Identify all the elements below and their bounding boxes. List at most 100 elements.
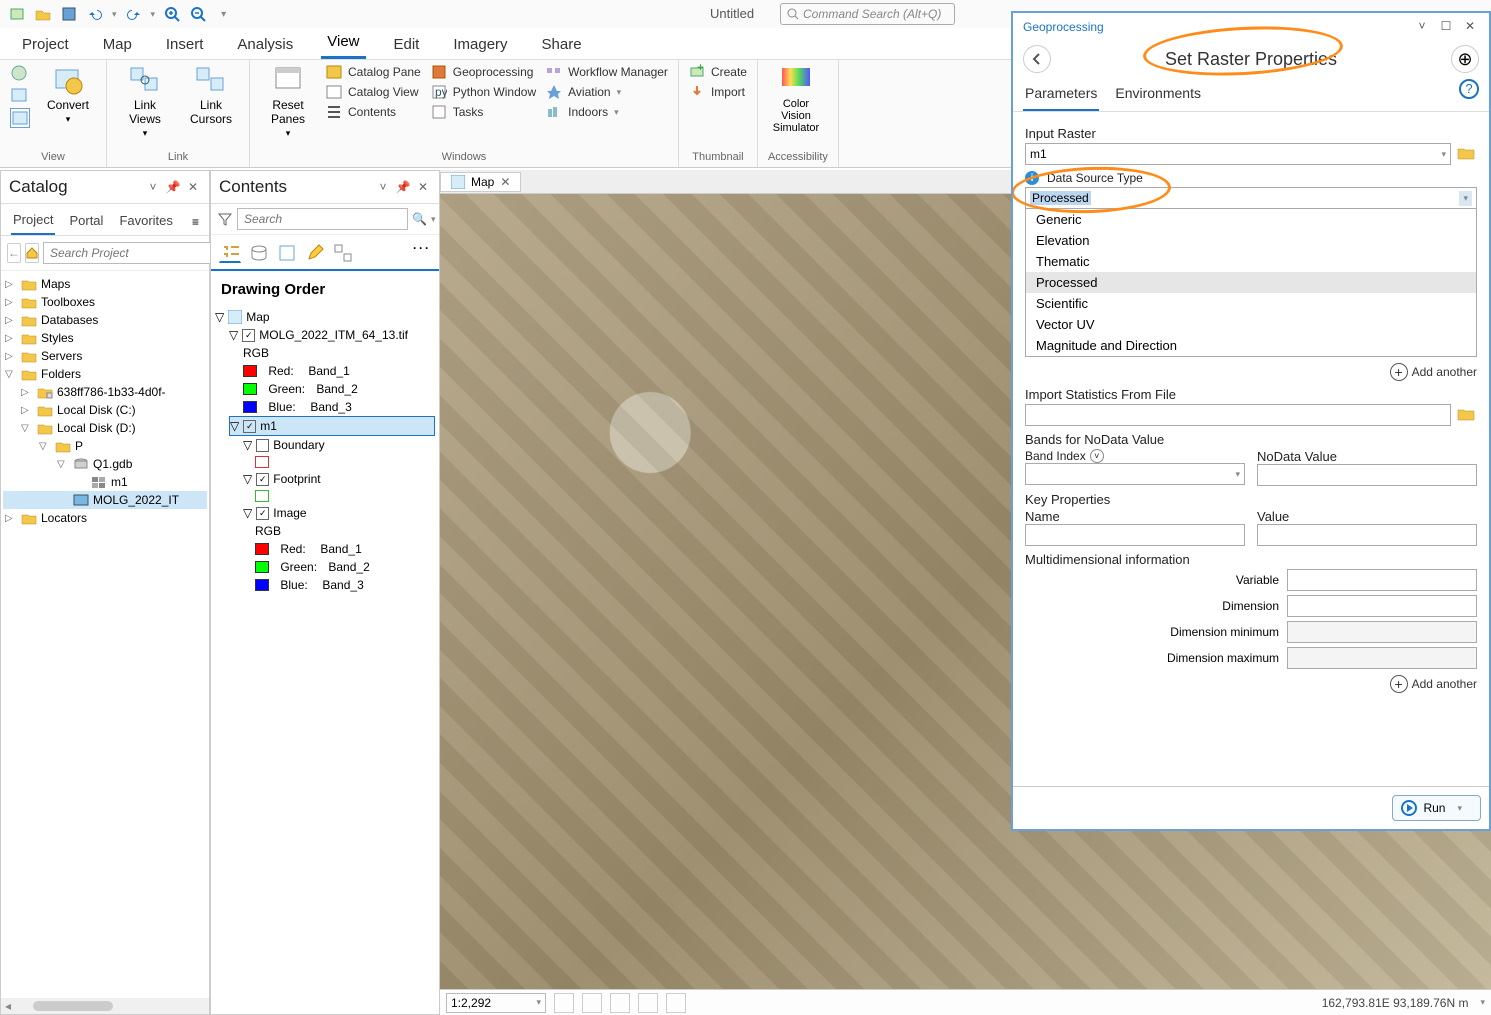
workflow-manager-button[interactable]: Workflow Manager xyxy=(546,64,668,80)
search-dropdown-icon[interactable]: ▾ xyxy=(431,214,436,225)
back-button[interactable] xyxy=(1023,45,1051,73)
key-name-field[interactable] xyxy=(1025,524,1245,546)
tree-item-q1-gdb[interactable]: ▽Q1.gdb xyxy=(3,455,207,473)
save-icon[interactable] xyxy=(60,5,78,23)
tasks-button[interactable]: Tasks xyxy=(431,104,536,120)
list-by-drawing-order-icon[interactable] xyxy=(219,241,241,263)
more-icon[interactable]: ··· xyxy=(413,241,431,263)
dst-option-processed[interactable]: Processed xyxy=(1026,272,1476,293)
tree-item-styles[interactable]: ▷Styles xyxy=(3,329,207,347)
contents-button[interactable]: Contents xyxy=(326,104,421,120)
info-icon[interactable]: i xyxy=(1025,171,1039,185)
dst-option-vector-uv[interactable]: Vector UV xyxy=(1026,314,1476,335)
catalog-tab-favorites[interactable]: Favorites xyxy=(117,209,174,234)
map-icon[interactable] xyxy=(10,86,30,104)
zoom-in-icon[interactable] xyxy=(163,5,181,23)
map-tab[interactable]: Map ✕ xyxy=(440,172,521,192)
open-project-icon[interactable] xyxy=(34,5,52,23)
variable-field[interactable] xyxy=(1287,569,1477,591)
catalog-pane-button[interactable]: Catalog Pane xyxy=(326,64,421,80)
coords-dropdown-icon[interactable]: ▾ xyxy=(1480,997,1485,1008)
pin-icon[interactable]: 📌 xyxy=(165,180,181,194)
contents-options-icon[interactable]: ˅ xyxy=(375,180,391,194)
close-icon[interactable]: ✕ xyxy=(1461,19,1479,35)
globe-icon[interactable] xyxy=(10,64,30,82)
add-another-raster[interactable]: +Add another xyxy=(1025,363,1477,381)
create-thumbnail-button[interactable]: +Create xyxy=(689,64,747,80)
filter-icon[interactable] xyxy=(217,211,233,227)
tree-item-maps[interactable]: ▷Maps xyxy=(3,275,207,293)
qat-customize-icon[interactable]: ▾ xyxy=(221,9,226,20)
band-index-field[interactable]: ▾ xyxy=(1025,463,1245,485)
convert-button[interactable]: Convert▾ xyxy=(40,64,96,125)
geoprocessing-button[interactable]: Geoprocessing xyxy=(431,64,536,80)
toc-boundary[interactable]: ▽Boundary xyxy=(243,436,435,454)
checkbox-icon[interactable]: ✓ xyxy=(256,473,269,486)
status-table-icon[interactable] xyxy=(582,993,602,1013)
toc-molg-tif[interactable]: ▽✓MOLG_2022_ITM_64_13.tif xyxy=(229,326,435,344)
tab-share[interactable]: Share xyxy=(536,30,588,59)
dst-option-scientific[interactable]: Scientific xyxy=(1026,293,1476,314)
status-grid-icon[interactable] xyxy=(638,993,658,1013)
dim-max-field[interactable] xyxy=(1287,647,1477,669)
tree-item-c-drive[interactable]: ▷Local Disk (C:) xyxy=(3,401,207,419)
aviation-button[interactable]: Aviation ▾ xyxy=(546,84,668,100)
list-by-source-icon[interactable] xyxy=(247,241,269,263)
key-value-field[interactable] xyxy=(1257,524,1477,546)
list-by-editing-icon[interactable] xyxy=(303,241,325,263)
redo-icon[interactable] xyxy=(125,5,143,23)
status-north-icon[interactable] xyxy=(666,993,686,1013)
options-icon[interactable]: ˅ xyxy=(1413,19,1431,35)
home-icon[interactable] xyxy=(25,243,39,263)
status-snap-icon[interactable] xyxy=(610,993,630,1013)
contents-search-input[interactable] xyxy=(237,208,408,230)
toc-m1[interactable]: ▽✓m1 xyxy=(229,416,435,436)
chevron-down-icon[interactable]: ˅ xyxy=(1090,449,1104,463)
undo-icon[interactable] xyxy=(86,5,104,23)
link-cursors-button[interactable]: Link Cursors xyxy=(183,64,239,126)
tab-imagery[interactable]: Imagery xyxy=(447,30,513,59)
tree-item-molg[interactable]: MOLG_2022_IT xyxy=(3,491,207,509)
dst-option-generic[interactable]: Generic xyxy=(1026,209,1476,230)
command-search[interactable]: Command Search (Alt+Q) xyxy=(780,3,955,25)
add-favorite-button[interactable]: ⊕ xyxy=(1451,45,1479,73)
import-thumbnail-button[interactable]: Import xyxy=(689,84,747,100)
run-button[interactable]: Run▾ xyxy=(1392,795,1481,821)
list-by-snapping-icon[interactable] xyxy=(331,241,353,263)
tree-item-m1[interactable]: m1 xyxy=(3,473,207,491)
catalog-tab-portal[interactable]: Portal xyxy=(67,209,105,234)
tab-view[interactable]: View xyxy=(321,27,365,59)
tree-item-toolboxes[interactable]: ▷Toolboxes xyxy=(3,293,207,311)
horizontal-scrollbar[interactable]: ◂ xyxy=(1,998,209,1014)
reset-panes-button[interactable]: Reset Panes▾ xyxy=(260,64,316,139)
tree-item-databases[interactable]: ▷Databases xyxy=(3,311,207,329)
environments-tab[interactable]: Environments xyxy=(1113,79,1203,111)
nodata-value-field[interactable] xyxy=(1257,464,1477,486)
toc-footprint[interactable]: ▽✓Footprint xyxy=(243,470,435,488)
browse-icon[interactable] xyxy=(1457,406,1477,424)
tab-edit[interactable]: Edit xyxy=(388,30,426,59)
color-vision-simulator-button[interactable]: Color Vision Simulator xyxy=(768,64,824,134)
new-project-icon[interactable] xyxy=(8,5,26,23)
tree-item-folders[interactable]: ▽Folders xyxy=(3,365,207,383)
toc-map[interactable]: ▽Map xyxy=(215,308,435,326)
scale-input[interactable]: 1:2,292▾ xyxy=(446,993,546,1013)
pin-icon[interactable]: 📌 xyxy=(395,180,411,194)
link-views-button[interactable]: Link Views▾ xyxy=(117,64,173,139)
checkbox-icon[interactable] xyxy=(256,439,269,452)
dim-min-field[interactable] xyxy=(1287,621,1477,643)
status-selection-icon[interactable] xyxy=(554,993,574,1013)
tree-item-servers[interactable]: ▷Servers xyxy=(3,347,207,365)
catalog-view-button[interactable]: Catalog View xyxy=(326,84,421,100)
tree-item-locators[interactable]: ▷Locators xyxy=(3,509,207,527)
search-icon[interactable]: 🔍 xyxy=(412,212,427,226)
input-raster-field[interactable]: m1▾ xyxy=(1025,143,1451,165)
dst-option-thematic[interactable]: Thematic xyxy=(1026,251,1476,272)
undo-dropdown-icon[interactable]: ▾ xyxy=(112,9,117,20)
tree-item-p[interactable]: ▽P xyxy=(3,437,207,455)
dst-option-magnitude[interactable]: Magnitude and Direction xyxy=(1026,335,1476,356)
browse-icon[interactable] xyxy=(1457,145,1477,163)
tab-map[interactable]: Map xyxy=(97,30,138,59)
checkbox-icon[interactable]: ✓ xyxy=(243,420,256,433)
checkbox-icon[interactable]: ✓ xyxy=(256,507,269,520)
